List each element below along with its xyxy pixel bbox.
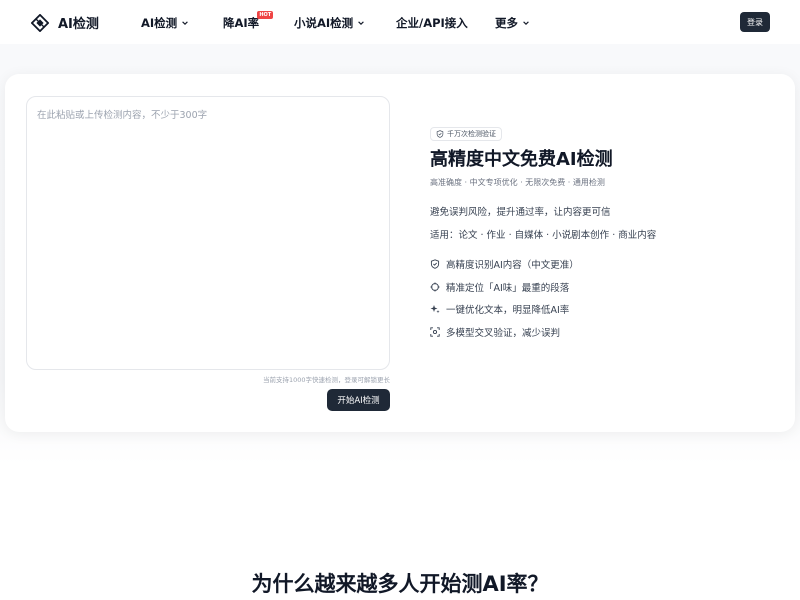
chevron-down-icon [358,21,364,25]
content-input[interactable] [26,96,390,370]
nav-reduce-ai[interactable]: 降AI率 HOT [223,11,274,31]
nav-more-label: 更多 [495,16,518,30]
feature-label: 精准定位「AI味」最重的段落 [446,283,570,294]
chevron-down-icon [182,21,188,25]
feature-item: 一键优化文本，明显降低AI率 [430,302,569,316]
sparkle-icon [430,305,440,314]
logo[interactable]: AI检测 [31,13,99,32]
chevron-down-icon [523,21,529,25]
nav-enterprise-api[interactable]: 企业/API接入 [396,15,468,31]
top-nav-bar: AI检测 AI检测 降AI率 HOT 小说AI检测 企业/API接入 更多 登录 [0,0,800,44]
nav-more[interactable]: 更多 [495,15,530,31]
nav-ai-detect[interactable]: AI检测 [141,15,189,31]
feature-item: 高精度识别AI内容（中文更准） [430,257,579,271]
scan-icon [430,327,440,337]
hero-description: 避免误判风险，提升通过率，让内容更可信 [430,207,611,218]
nav-reduce-ai-label: 降AI率 [223,16,260,30]
start-detect-button[interactable]: 开始AI检测 [327,389,390,411]
crosshair-icon [430,282,440,292]
feature-label: 一键优化文本，明显降低AI率 [446,305,570,316]
hot-badge: HOT [257,11,274,19]
feature-item: 多模型交叉验证，减少误判 [430,325,560,339]
verified-badge-label: 千万次检测验证 [447,130,496,138]
section-title: 为什么越来越多人开始测AI率？ [251,572,549,596]
nav-enterprise-label: 企业/API接入 [396,16,468,30]
nav-novel-detect-label: 小说AI检测 [294,16,354,30]
logo-icon [31,13,49,32]
feature-label: 多模型交叉验证，减少误判 [446,328,561,339]
length-hint: 当前支持1000字快速检测，登录可解锁更长 [262,376,390,384]
shield-check-icon [430,259,440,269]
nav-novel-detect[interactable]: 小说AI检测 [294,15,365,31]
nav-ai-detect-label: AI检测 [141,16,178,30]
use-cases: 适用：论文 · 作业 · 自媒体 · 小说剧本创作 · 商业内容 [430,230,657,241]
feature-label: 高精度识别AI内容（中文更准） [446,260,579,271]
login-button[interactable]: 登录 [740,12,770,32]
hero-subtitle: 高准确度 · 中文专项优化 · 无限次免费 · 通用检测 [430,178,605,187]
shield-check-icon [436,130,444,138]
feature-item: 精准定位「AI味」最重的段落 [430,280,569,294]
hero-title: 高精度中文免费AI检测 [430,149,613,170]
verified-badge: 千万次检测验证 [430,127,502,141]
logo-text: AI检测 [58,17,99,32]
